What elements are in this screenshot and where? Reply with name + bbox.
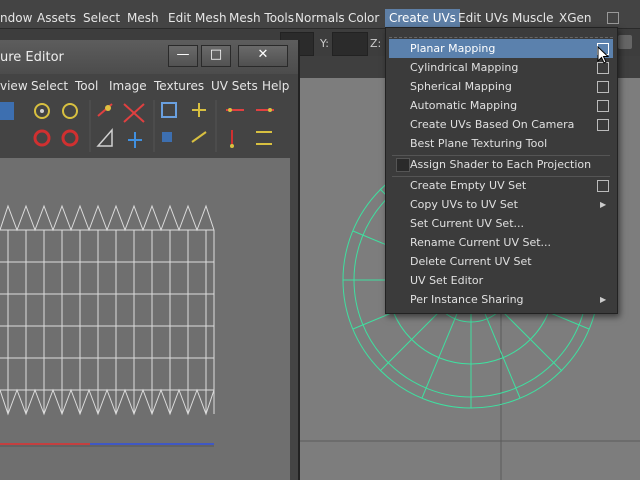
- menu-item-rename-current-uv-set[interactable]: Rename Current UV Set...: [389, 233, 613, 252]
- menu-item-delete-current-uv-set[interactable]: Delete Current UV Set: [389, 252, 613, 271]
- sew-uv-icon[interactable]: [123, 103, 145, 123]
- minimize-button[interactable]: —: [168, 45, 198, 67]
- menu-item-cylindrical-mapping[interactable]: Cylindrical Mapping: [389, 58, 613, 77]
- align-uv-icon[interactable]: [192, 103, 206, 117]
- menu-color[interactable]: Color: [348, 9, 379, 27]
- relax-icon[interactable]: [191, 131, 207, 143]
- y-field[interactable]: [332, 32, 368, 56]
- straighten-icon[interactable]: [162, 132, 172, 142]
- option-box-icon[interactable]: [597, 100, 609, 112]
- menu-muscle[interactable]: Muscle: [512, 9, 554, 27]
- grid-uv-icon[interactable]: [161, 102, 177, 118]
- uv-scale-icon[interactable]: [62, 103, 78, 119]
- create-uvs-dropdown: Planar Mapping Cylindrical Mapping Spher…: [385, 27, 618, 314]
- distribute-icon[interactable]: [256, 131, 272, 145]
- rotate-cw-icon[interactable]: [61, 129, 79, 147]
- menu-edit-mesh[interactable]: Edit Mesh: [168, 9, 227, 27]
- uv-menu-textures[interactable]: Textures: [154, 79, 204, 93]
- tear-off-bar[interactable]: [389, 28, 613, 38]
- unfold-icon[interactable]: [128, 132, 142, 148]
- cut-uv-icon[interactable]: [97, 103, 113, 117]
- uv-layout: [0, 204, 215, 447]
- menu-item-create-uvs-camera[interactable]: Create UVs Based On Camera: [389, 115, 613, 134]
- menu-create-uvs[interactable]: Create UVs: [385, 9, 460, 27]
- menu-item-set-current-uv-set[interactable]: Set Current UV Set...: [389, 214, 613, 233]
- uv-menu-select[interactable]: Select: [31, 79, 68, 93]
- maximize-button[interactable]: □: [201, 45, 231, 67]
- y-label: Y:: [320, 37, 329, 50]
- menu-item-copy-uvs-to-uv-set[interactable]: Copy UVs to UV Set ▶: [389, 195, 613, 214]
- menu-item-assign-shader[interactable]: Assign Shader to Each Projection: [389, 155, 613, 174]
- menu-item-spherical-mapping[interactable]: Spherical Mapping: [389, 77, 613, 96]
- menu-item-uv-set-editor[interactable]: UV Set Editor: [389, 271, 613, 290]
- menu-option-box[interactable]: [607, 12, 619, 24]
- uv-editor-titlebar[interactable]: ure Editor — □ ✕: [0, 40, 298, 74]
- menu-item-best-plane-texturing[interactable]: Best Plane Texturing Tool: [389, 134, 613, 153]
- z-label: Z:: [370, 37, 382, 50]
- option-box-icon[interactable]: [597, 81, 609, 93]
- shelf-icon[interactable]: [618, 35, 632, 49]
- menu-window[interactable]: ndow: [0, 9, 32, 27]
- uv-menu-tool[interactable]: Tool: [75, 79, 98, 93]
- uv-canvas[interactable]: [0, 158, 290, 480]
- flip-u-icon[interactable]: [226, 108, 244, 112]
- uv-menu-view[interactable]: view: [0, 79, 28, 93]
- menu-item-create-empty-uv-set[interactable]: Create Empty UV Set: [389, 176, 613, 195]
- menu-item-per-instance-sharing[interactable]: Per Instance Sharing ▶: [389, 290, 613, 309]
- menu-item-automatic-mapping[interactable]: Automatic Mapping: [389, 96, 613, 115]
- select-icon[interactable]: [0, 102, 14, 120]
- checkbox-icon[interactable]: [396, 158, 410, 172]
- uv-move-icon[interactable]: [34, 103, 50, 119]
- menu-edit-uvs[interactable]: Edit UVs: [458, 9, 508, 27]
- option-box-icon[interactable]: [597, 180, 609, 192]
- uv-menu-uv-sets[interactable]: UV Sets: [211, 79, 258, 93]
- menu-normals[interactable]: Normals: [295, 9, 345, 27]
- submenu-arrow-icon: ▶: [600, 200, 607, 209]
- menu-select[interactable]: Select: [83, 9, 120, 27]
- flip-v-icon[interactable]: [256, 108, 274, 112]
- uv-menu-image[interactable]: Image: [109, 79, 147, 93]
- menu-xgen[interactable]: XGen: [559, 9, 592, 27]
- layout-icon[interactable]: [96, 128, 113, 147]
- submenu-arrow-icon: ▶: [600, 295, 607, 304]
- mouse-cursor-icon: [597, 46, 609, 64]
- rotate-ccw-icon[interactable]: [33, 129, 51, 147]
- uv-editor-menubar: view Select Tool Image Textures UV Sets …: [0, 76, 292, 96]
- uv-menu-help[interactable]: Help: [262, 79, 289, 93]
- menu-item-planar-mapping[interactable]: Planar Mapping: [389, 39, 613, 58]
- menu-assets[interactable]: Assets: [37, 9, 76, 27]
- menu-mesh-tools[interactable]: Mesh Tools: [229, 9, 294, 27]
- option-box-icon[interactable]: [597, 119, 609, 131]
- uv-editor-toolbar: [0, 96, 292, 156]
- close-button[interactable]: ✕: [238, 45, 288, 67]
- snap-icon[interactable]: [230, 130, 234, 148]
- menu-mesh[interactable]: Mesh: [127, 9, 159, 27]
- window-title: ure Editor: [0, 50, 64, 65]
